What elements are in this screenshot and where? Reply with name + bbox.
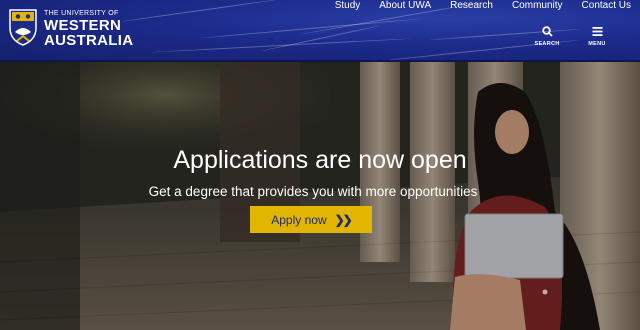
hero-banner: Applications are now open Get a degree t… (0, 62, 640, 330)
nav-research[interactable]: Research (450, 0, 493, 11)
header-tools: SEARCH MENU (534, 26, 610, 47)
hero-subtitle: Get a degree that provides you with more… (148, 184, 478, 199)
crest-icon (8, 8, 38, 46)
nav-study[interactable]: Study (335, 0, 361, 11)
menu-button[interactable]: MENU (584, 26, 610, 47)
search-icon (541, 26, 553, 37)
logo-line-1: THE UNIVERSITY OF (44, 10, 119, 17)
hamburger-icon (592, 27, 602, 36)
nav-community[interactable]: Community (512, 0, 563, 11)
menu-label: MENU (588, 41, 606, 47)
search-button[interactable]: SEARCH (534, 26, 560, 47)
apply-now-button[interactable]: Apply now ❯❯ (250, 206, 372, 233)
apply-now-label: Apply now (271, 212, 327, 227)
nav-about-uwa[interactable]: About UWA (379, 0, 431, 11)
double-chevron-right-icon: ❯❯ (334, 212, 353, 227)
logo-line-3: AUSTRALIA (44, 32, 134, 49)
nav-contact-us[interactable]: Contact Us (582, 0, 631, 11)
search-label: SEARCH (534, 41, 560, 47)
university-logo[interactable]: THE UNIVERSITY OF WESTERN AUSTRALIA (8, 8, 133, 48)
hero-title: Applications are now open (173, 146, 467, 174)
top-nav: Study About UWA Research Community Conta… (335, 0, 631, 11)
site-header: THE UNIVERSITY OF WESTERN AUSTRALIA Stud… (0, 0, 640, 62)
logo-line-2: WESTERN (44, 17, 122, 34)
